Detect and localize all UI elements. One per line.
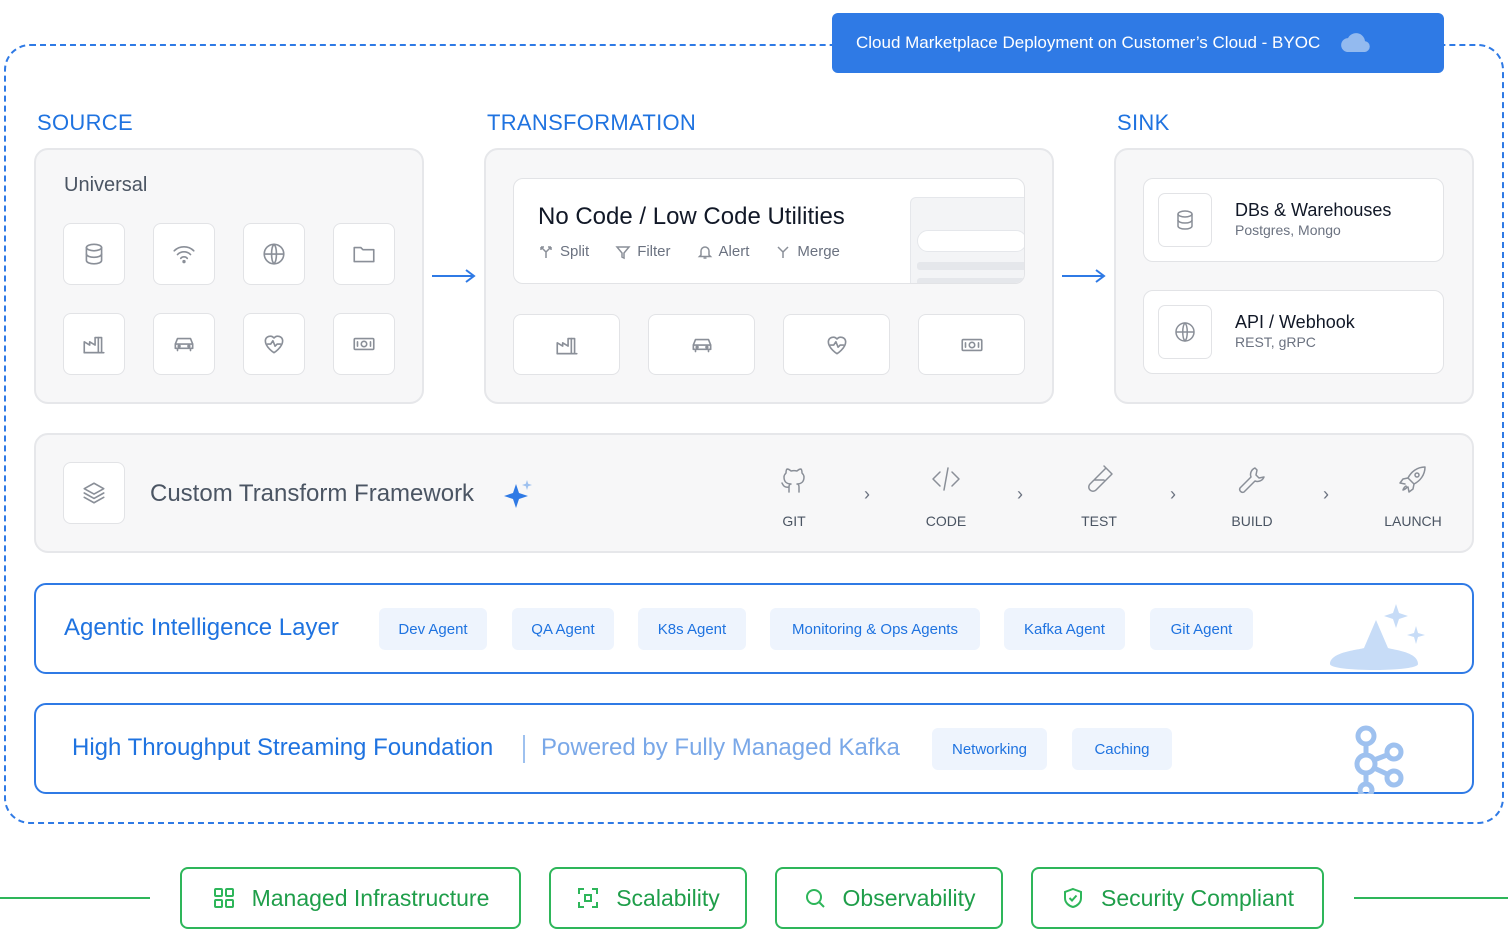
source-title: SOURCE: [37, 110, 133, 135]
source-tile-factory: [63, 313, 125, 375]
transform-tile-factory: [513, 314, 620, 375]
step-code: CODE: [906, 462, 986, 529]
database-icon: [85, 243, 103, 265]
filter-icon: [615, 245, 631, 259]
factory-icon: [83, 336, 105, 354]
sink-card-title: API / Webhook: [1235, 312, 1355, 332]
chevron-right-icon: ›: [1323, 484, 1329, 504]
source-tile-database: [63, 223, 125, 285]
kafka-icon: [1354, 725, 1404, 794]
sink-card-subtitle: REST, gRPC: [1235, 334, 1316, 350]
feature-observability: Observability: [775, 867, 1003, 929]
cloud-icon: [1341, 33, 1371, 52]
money-icon: [353, 337, 375, 351]
database-icon: [1177, 210, 1193, 230]
arrow-source-to-transform: [430, 266, 478, 286]
folder-icon: [353, 246, 375, 263]
scale-icon: [578, 888, 599, 908]
ui-mockup-thumbnail: [910, 197, 1024, 283]
byoc-label: Cloud Marketplace Deployment on Customer…: [856, 33, 1321, 52]
car-icon: [692, 338, 711, 352]
util-alert: Alert: [697, 243, 749, 260]
footer-line-right: [1354, 897, 1508, 899]
source-tile-car: [153, 313, 215, 375]
globe-icon: [1175, 321, 1195, 343]
byoc-banner: Cloud Marketplace Deployment on Customer…: [832, 13, 1444, 73]
shield-check-icon: [1063, 887, 1082, 909]
transform-tile-health: [783, 314, 890, 375]
no-code-title: No Code / Low Code Utilities: [538, 203, 845, 230]
agent-pill: K8s Agent: [638, 608, 746, 650]
foundation-title: High Throughput Streaming Foundation: [72, 734, 494, 761]
agent-pill: Kafka Agent: [1004, 608, 1125, 650]
source-tile-folder: [333, 223, 395, 285]
footer-line-left: [0, 897, 150, 899]
money-icon: [960, 338, 983, 351]
source-tile-wifi: [153, 223, 215, 285]
source-tile-money: [333, 313, 395, 375]
agent-pill: Monitoring & Ops Agents: [770, 608, 980, 650]
layers-tile: [63, 462, 125, 524]
test-tube-icon: [1088, 465, 1113, 492]
step-test: TEST: [1059, 462, 1139, 529]
agentic-title: Agentic Intelligence Layer: [64, 614, 339, 641]
github-icon: [781, 468, 805, 493]
sink-title: SINK: [1117, 110, 1170, 135]
foundation-tag: Caching: [1072, 728, 1172, 770]
util-merge: Merge: [775, 243, 840, 260]
custom-transform-title: Custom Transform Framework: [150, 480, 475, 507]
sink-card-title: DBs & Warehouses: [1235, 200, 1392, 220]
car-icon: [174, 337, 194, 352]
chevron-right-icon: ›: [864, 484, 870, 504]
merge-icon: [777, 245, 789, 258]
search-icon: [805, 889, 825, 908]
factory-icon: [555, 337, 578, 354]
wifi-icon: [173, 246, 195, 264]
sink-card-dbs: DBs & Warehouses Postgres, Mongo: [1143, 178, 1444, 262]
transformation-title: TRANSFORMATION: [487, 110, 697, 135]
heart-pulse-icon: [827, 335, 846, 354]
agent-pill: Dev Agent: [379, 608, 487, 650]
util-split: Split: [538, 243, 589, 260]
chevron-right-icon: ›: [1017, 484, 1023, 504]
step-git: GIT: [754, 462, 834, 529]
foundation-subtitle: Powered by Fully Managed Kafka: [541, 734, 900, 761]
feature-managed-infrastructure: Managed Infrastructure: [180, 867, 521, 929]
source-subtitle: Universal: [64, 174, 148, 196]
wrench-icon: [1238, 467, 1265, 494]
layers-icon: [83, 482, 105, 504]
transform-tile-car: [648, 314, 755, 375]
divider: [523, 735, 525, 763]
arrow-transform-to-sink: [1060, 266, 1108, 286]
sparkle-icon: [504, 480, 532, 508]
magic-hat-icon: [1330, 604, 1425, 670]
no-code-card: No Code / Low Code Utilities Split Filte…: [513, 178, 1025, 284]
agent-pill: Git Agent: [1150, 608, 1253, 650]
sink-card-subtitle: Postgres, Mongo: [1235, 222, 1341, 238]
agent-pill: QA Agent: [512, 608, 614, 650]
util-filter: Filter: [615, 243, 671, 260]
code-icon: [932, 467, 960, 491]
sink-card-api: API / Webhook REST, gRPC: [1143, 290, 1444, 374]
feature-security-compliant: Security Compliant: [1031, 867, 1324, 929]
globe-icon: [263, 243, 285, 265]
foundation-tag: Networking: [932, 728, 1047, 770]
source-tile-health: [243, 313, 305, 375]
step-launch: LAUNCH: [1373, 462, 1453, 529]
bell-icon: [697, 245, 712, 259]
feature-scalability: Scalability: [549, 867, 747, 929]
split-icon: [540, 245, 552, 258]
grid-icon: [213, 888, 234, 908]
heart-pulse-icon: [264, 335, 284, 354]
source-tile-globe: [243, 223, 305, 285]
step-build: BUILD: [1212, 462, 1292, 529]
transform-tile-money: [918, 314, 1025, 375]
chevron-right-icon: ›: [1170, 484, 1176, 504]
rocket-icon: [1399, 466, 1426, 493]
